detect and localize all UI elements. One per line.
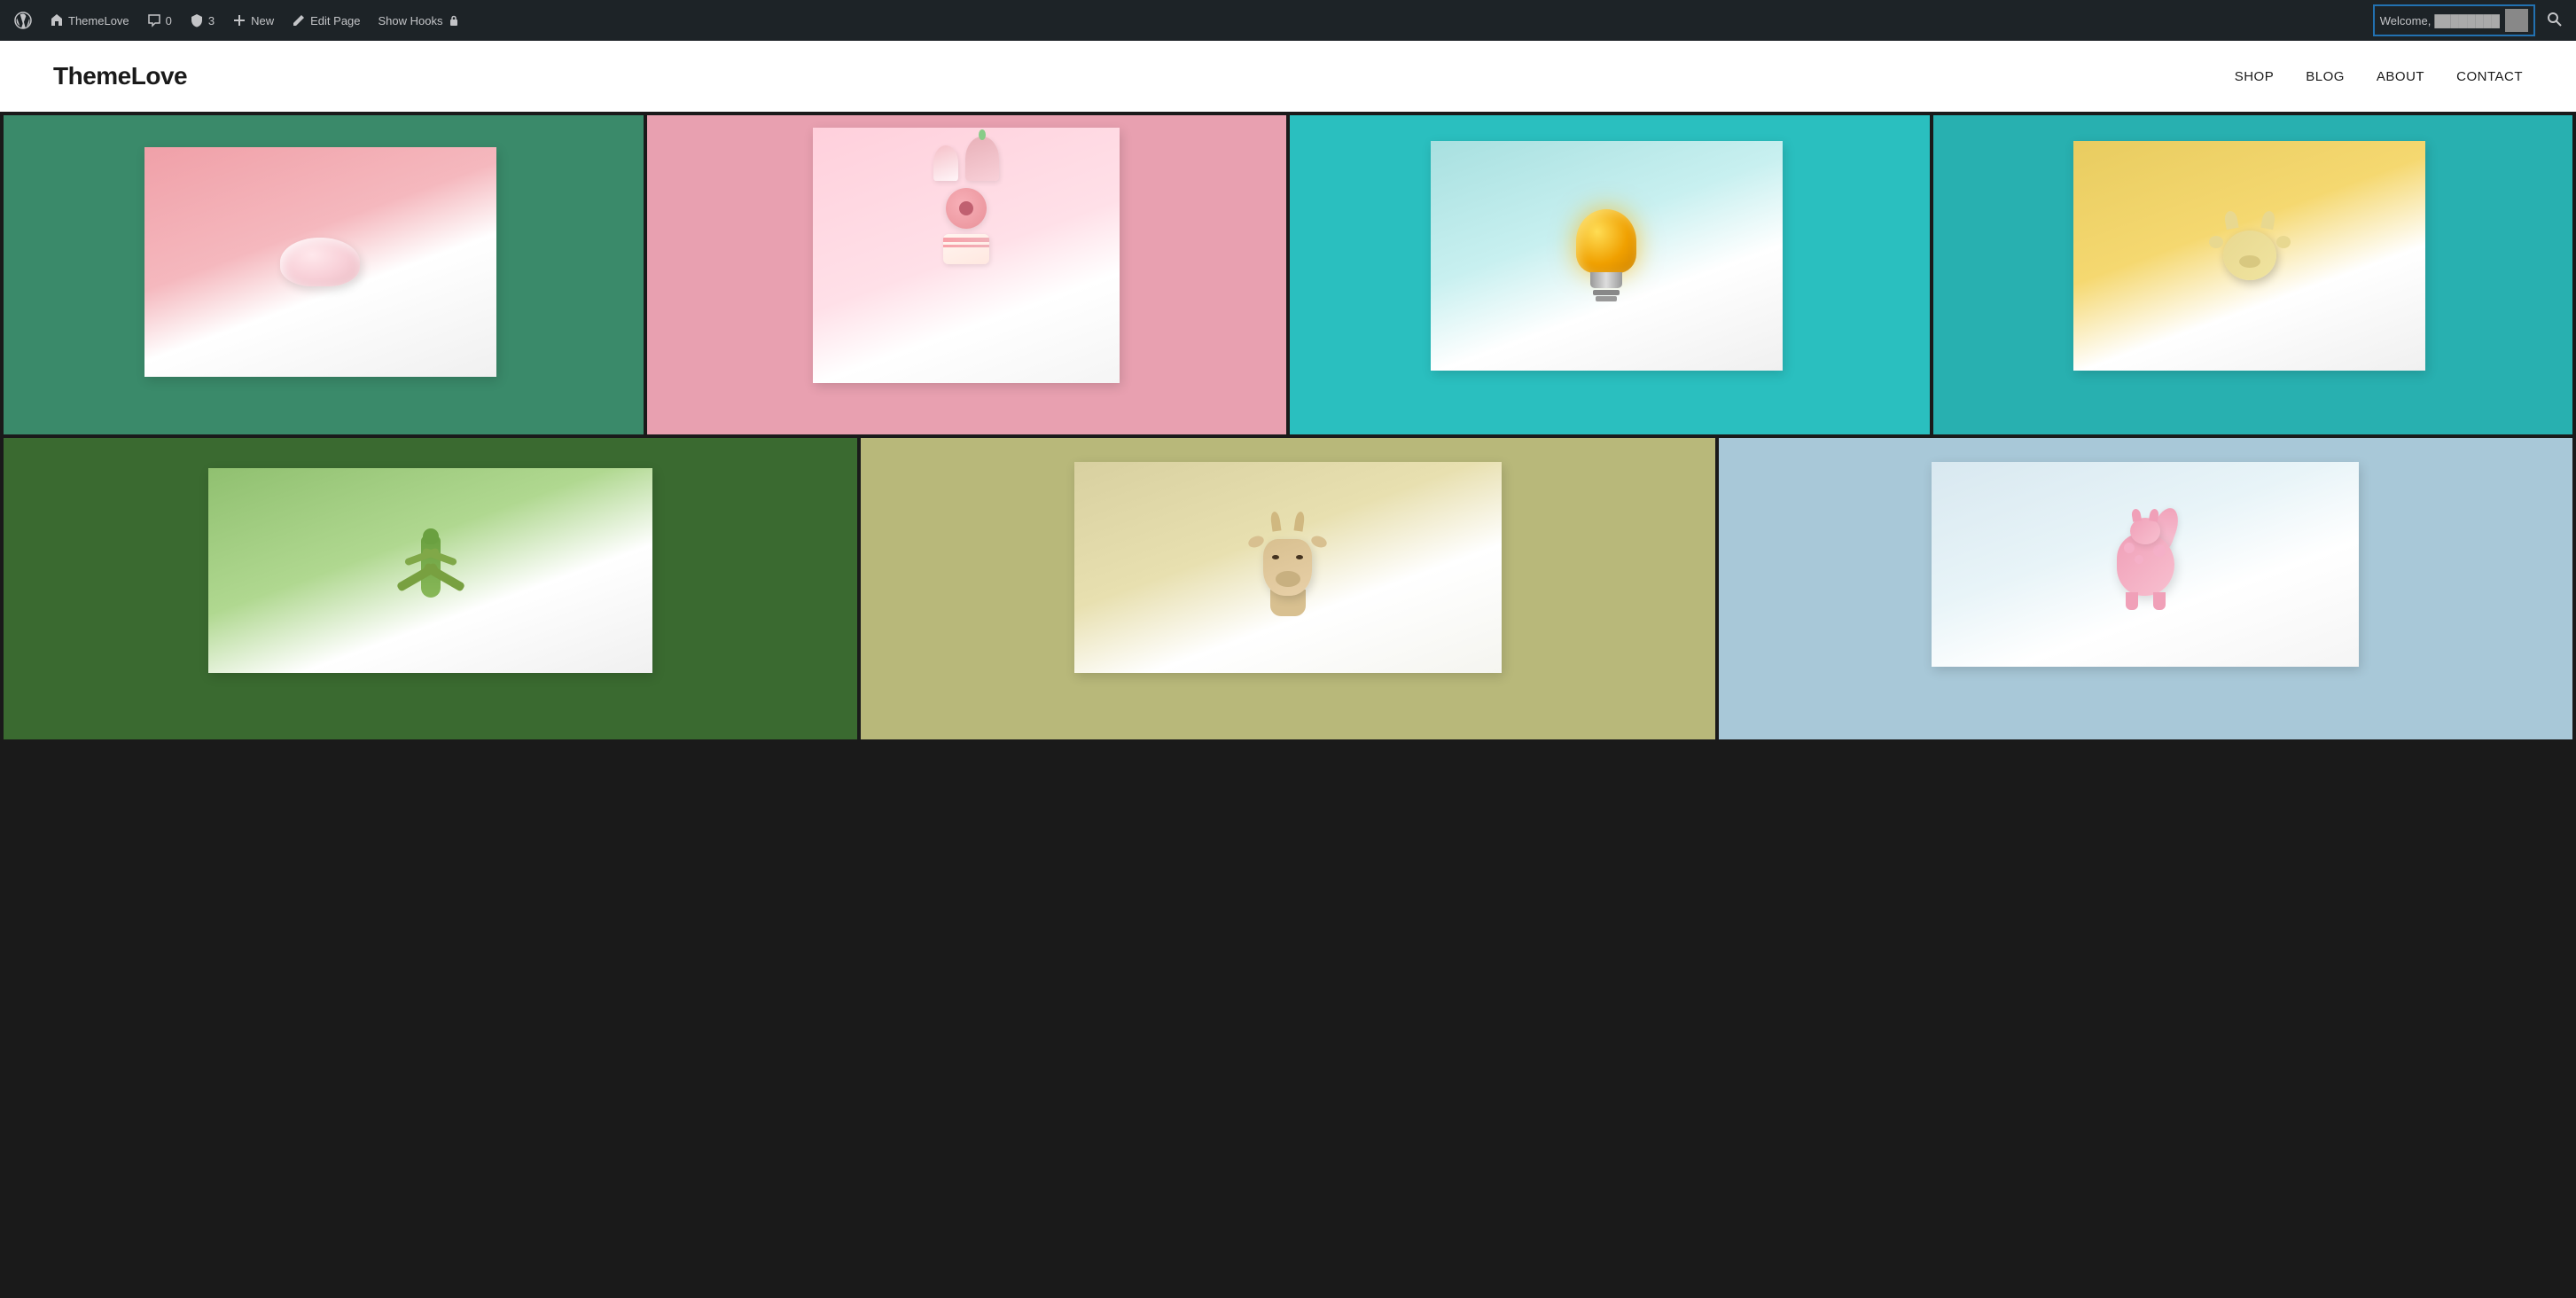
- site-name-button[interactable]: ThemeLove: [43, 0, 137, 41]
- site-nav: SHOP BLOG ABOUT CONTACT: [2235, 69, 2523, 84]
- gallery-item-6[interactable]: [861, 438, 1714, 739]
- gallery-item-4[interactable]: [1933, 115, 2573, 434]
- search-button[interactable]: [2539, 0, 2569, 41]
- comments-count: 0: [166, 14, 172, 27]
- show-hooks-label: Show Hooks: [379, 14, 443, 27]
- site-header: ThemeLove SHOP BLOG ABOUT CONTACT: [0, 41, 2576, 112]
- welcome-label: Welcome,: [2380, 14, 2432, 27]
- gallery-grid-row2: [0, 438, 2576, 743]
- comments-button[interactable]: 0: [140, 0, 179, 41]
- lightbulb: [1576, 209, 1636, 301]
- cake: [943, 234, 989, 264]
- gallery-item-7[interactable]: [1719, 438, 2572, 739]
- show-hooks-button[interactable]: Show Hooks: [371, 0, 467, 41]
- edit-page-button[interactable]: Edit Page: [285, 0, 367, 41]
- donut: [946, 188, 987, 229]
- gallery-item-1[interactable]: [4, 115, 644, 434]
- pink-fluffy-animal: [2110, 525, 2181, 605]
- nav-shop[interactable]: SHOP: [2235, 69, 2275, 84]
- nav-contact[interactable]: CONTACT: [2456, 69, 2523, 84]
- search-icon: [2546, 11, 2562, 27]
- updates-button[interactable]: 3: [183, 0, 222, 41]
- welcome-widget[interactable]: Welcome, ████████: [2373, 4, 2535, 36]
- bull-head: [2220, 223, 2280, 287]
- gallery-item-5[interactable]: [4, 438, 857, 739]
- gallery-item-3[interactable]: [1290, 115, 1930, 434]
- site-title: ThemeLove: [53, 62, 187, 90]
- comments-icon: [147, 13, 161, 27]
- avatar: [2505, 9, 2528, 32]
- new-label: New: [251, 14, 274, 27]
- gallery-item-2[interactable]: [647, 115, 1287, 434]
- lock-icon: [448, 14, 460, 27]
- shield-icon: [190, 13, 204, 27]
- edit-page-label: Edit Page: [310, 14, 360, 27]
- new-button[interactable]: New: [225, 0, 281, 41]
- wp-logo-button[interactable]: [7, 0, 39, 41]
- updates-count: 3: [208, 14, 215, 27]
- grasshopper: [409, 527, 453, 615]
- gallery-grid-row1: [0, 112, 2576, 438]
- home-icon: [50, 13, 64, 27]
- admin-bar-right: Welcome, ████████: [2373, 0, 2569, 41]
- plus-icon: [232, 13, 246, 27]
- wp-icon: [14, 12, 32, 29]
- pencil-icon: [292, 13, 306, 27]
- nav-about[interactable]: ABOUT: [2377, 69, 2424, 84]
- nav-blog[interactable]: BLOG: [2306, 69, 2345, 84]
- welcome-username: ████████: [2434, 14, 2500, 27]
- site-name-label: ThemeLove: [68, 14, 129, 27]
- goat-head: [1259, 528, 1316, 607]
- crystal-shape: [280, 238, 360, 286]
- cupcake: [933, 137, 999, 181]
- site-wrapper: ThemeLove SHOP BLOG ABOUT CONTACT: [0, 41, 2576, 743]
- admin-bar: ThemeLove 0 3 New Edit Page Show Hooks: [0, 0, 2576, 41]
